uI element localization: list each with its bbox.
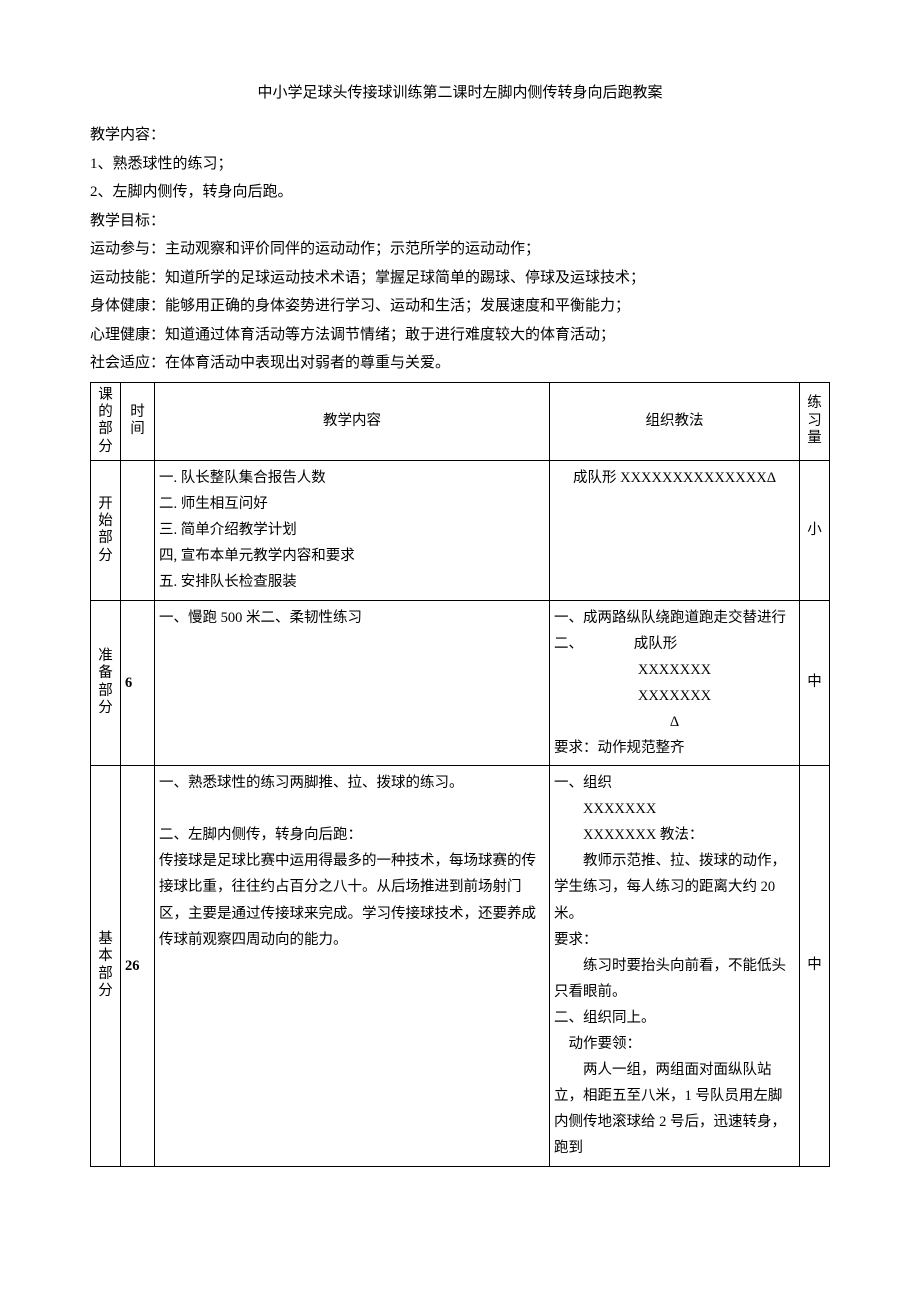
row-start: 开始部分 一. 队长整队集合报告人数 二. 师生相互问好 三. 简单介绍教学计划…: [91, 461, 830, 600]
intro-block: 教学内容： 1、熟悉球性的练习； 2、左脚内侧传，转身向后跑。 教学目标： 运动…: [90, 121, 830, 378]
prep-m3: XXXXXXX: [554, 657, 795, 683]
prep-m2: 二、 成队形: [554, 631, 795, 657]
start-c4: 四, 宣布本单元教学内容和要求: [159, 543, 545, 569]
th-method: 组织教法: [550, 382, 800, 461]
table-header-row: 课的部分 时间 教学内容 组织教法 练习量: [91, 382, 830, 461]
prep-time: 6: [121, 600, 155, 766]
start-part: 开始部分: [91, 461, 121, 600]
base-content: 一、熟悉球性的练习两脚推、拉、拨球的练习。 二、左脚内侧传，转身向后跑： 传接球…: [155, 766, 550, 1166]
goal-4: 心理健康：知道通过体育活动等方法调节情绪；敢于进行难度较大的体育活动；: [90, 321, 830, 350]
base-m1: XXXXXXX: [554, 796, 795, 822]
content-label: 教学内容：: [90, 121, 830, 150]
prep-m6: 要求：动作规范整齐: [554, 735, 795, 761]
prep-content: 一、慢跑 500 米二、柔韧性练习: [155, 600, 550, 766]
base-c1: 一、熟悉球性的练习两脚推、拉、拨球的练习。: [159, 770, 545, 796]
start-method: 成队形 XXXXXXXXXXXXXXΔ: [550, 461, 800, 600]
base-m6: 二、组织同上。: [554, 1005, 795, 1031]
th-content: 教学内容: [155, 382, 550, 461]
goal-1: 运动参与：主动观察和评价同伴的运动动作；示范所学的运动动作；: [90, 235, 830, 264]
start-content: 一. 队长整队集合报告人数 二. 师生相互问好 三. 简单介绍教学计划 四, 宣…: [155, 461, 550, 600]
base-m8: 两人一组，两组面对面纵队站立，相距五至八米，1 号队员用左脚内侧传地滚球给 2 …: [554, 1057, 795, 1161]
goal-5: 社会适应：在体育活动中表现出对弱者的尊重与关爱。: [90, 349, 830, 378]
page-title: 中小学足球头传接球训练第二课时左脚内侧传转身向后跑教案: [90, 80, 830, 107]
prep-m5: Δ: [554, 709, 795, 735]
base-m0: 一、组织: [554, 770, 795, 796]
base-m5: 练习时要抬头向前看，不能低头只看眼前。: [554, 953, 795, 1005]
start-c1: 一. 队长整队集合报告人数: [159, 465, 545, 491]
goal-label: 教学目标：: [90, 207, 830, 236]
start-c3: 三. 简单介绍教学计划: [159, 517, 545, 543]
base-m4: 要求：: [554, 927, 795, 953]
base-c3: 传接球是足球比赛中运用得最多的一种技术，每场球赛的传接球比重，往往约占百分之八十…: [159, 848, 545, 952]
base-m7: 动作要领：: [554, 1031, 795, 1057]
base-m3: 教师示范推、拉、拨球的动作，学生练习，每人练习的距离大约 20米。: [554, 848, 795, 926]
goal-2: 运动技能：知道所学的足球运动技术术语；掌握足球简单的踢球、停球及运球技术；: [90, 264, 830, 293]
goal-3: 身体健康：能够用正确的身体姿势进行学习、运动和生活；发展速度和平衡能力；: [90, 292, 830, 321]
base-part: 基本部分: [91, 766, 121, 1166]
prep-c1: 一、慢跑 500 米二、柔韧性练习: [159, 605, 545, 631]
base-c2: 二、左脚内侧传，转身向后跑：: [159, 822, 545, 848]
prep-m1: 一、成两路纵队绕跑道跑走交替进行: [554, 605, 795, 631]
prep-method: 一、成两路纵队绕跑道跑走交替进行 二、 成队形 XXXXXXX XXXXXXX …: [550, 600, 800, 766]
content-item-2: 2、左脚内侧传，转身向后跑。: [90, 178, 830, 207]
start-load: 小: [800, 461, 830, 600]
lesson-table: 课的部分 时间 教学内容 组织教法 练习量 开始部分 一. 队长整队集合报告人数…: [90, 382, 830, 1167]
start-m1: 成队形 XXXXXXXXXXXXXXΔ: [554, 465, 795, 491]
start-c5: 五. 安排队长检查服装: [159, 569, 545, 595]
row-base: 基本部分 26 一、熟悉球性的练习两脚推、拉、拨球的练习。 二、左脚内侧传，转身…: [91, 766, 830, 1166]
prep-m4: XXXXXXX: [554, 683, 795, 709]
base-load: 中: [800, 766, 830, 1166]
row-prep: 准备部分 6 一、慢跑 500 米二、柔韧性练习 一、成两路纵队绕跑道跑走交替进…: [91, 600, 830, 766]
start-c2: 二. 师生相互问好: [159, 491, 545, 517]
content-item-1: 1、熟悉球性的练习；: [90, 150, 830, 179]
th-part: 课的部分: [91, 382, 121, 461]
prep-part: 准备部分: [91, 600, 121, 766]
start-time: [121, 461, 155, 600]
th-load: 练习量: [800, 382, 830, 461]
base-m2: XXXXXXX 教法：: [554, 822, 795, 848]
th-time: 时间: [121, 382, 155, 461]
prep-load: 中: [800, 600, 830, 766]
base-time: 26: [121, 766, 155, 1166]
base-method: 一、组织 XXXXXXX XXXXXXX 教法： 教师示范推、拉、拨球的动作，学…: [550, 766, 800, 1166]
